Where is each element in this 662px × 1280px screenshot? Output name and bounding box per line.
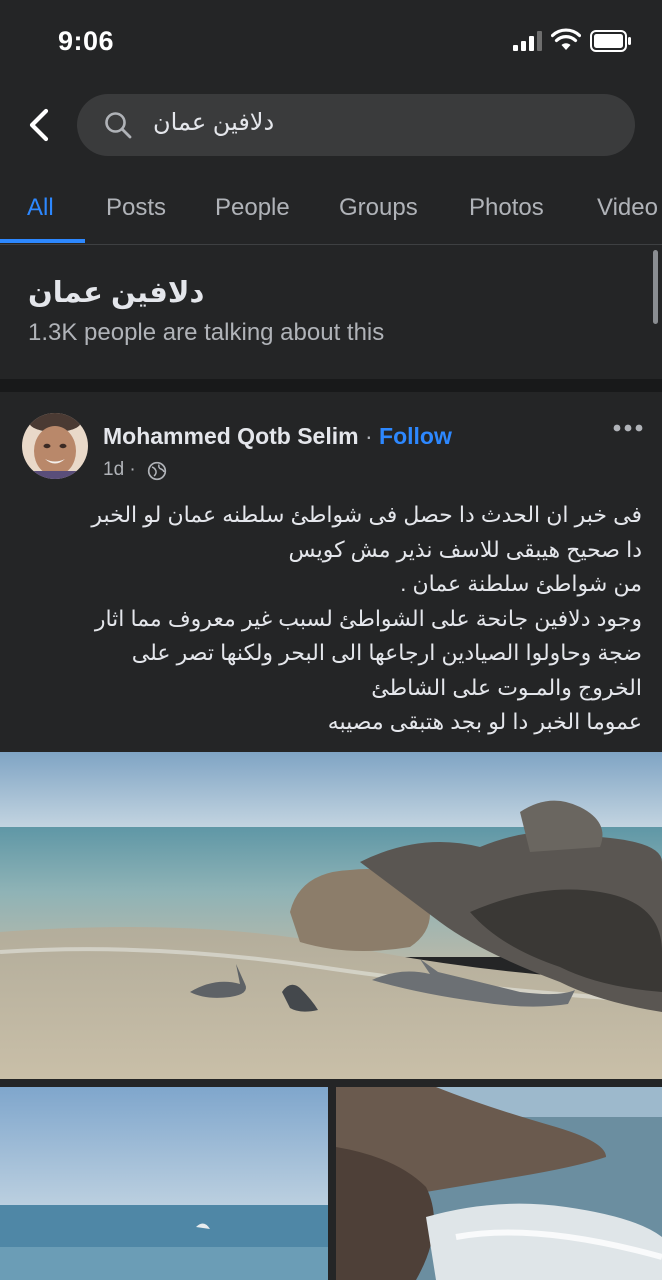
wifi-icon — [551, 28, 581, 50]
post-author-line: Mohammed Qotb Selim · Follow — [103, 423, 452, 450]
post-time[interactable]: 1d — [103, 459, 124, 480]
post-photo-main[interactable] — [0, 752, 662, 1079]
search-input[interactable]: دلافين عمان — [77, 94, 635, 156]
meta-separator: · — [129, 459, 136, 480]
post-text-line: فى خبر ان الحدث دا حصل فى شواطئ سلطنه عم… — [91, 502, 642, 527]
avatar[interactable] — [22, 413, 88, 479]
section-divider — [0, 379, 662, 392]
battery-icon — [590, 30, 631, 52]
cellular-signal-icon — [513, 31, 542, 51]
tab-groups[interactable]: Groups — [339, 194, 418, 222]
post-text-line: عموما الخبر دا لو بجد هتبقى مصيبه — [327, 709, 642, 734]
search-query-text: دلافين عمان — [153, 109, 275, 136]
post-text: فى خبر ان الحدث دا حصل فى شواطئ سلطنه عم… — [20, 498, 642, 740]
tab-photos[interactable]: Photos — [469, 194, 544, 222]
post-text-line: من شواطئ سلطنة عمان . — [400, 571, 642, 596]
filter-tabs: All Posts People Groups Photos Video — [0, 182, 662, 245]
post-meta: 1d · — [103, 459, 136, 481]
post-author-name[interactable]: Mohammed Qotb Selim — [103, 423, 359, 449]
more-options-icon[interactable] — [612, 422, 644, 434]
post-photo-thumbnail[interactable] — [0, 1087, 328, 1280]
status-time: 9:06 — [58, 26, 115, 56]
tab-video[interactable]: Video — [597, 194, 658, 222]
tab-posts[interactable]: Posts — [106, 194, 166, 222]
follow-button[interactable]: Follow — [379, 423, 452, 449]
scrollbar[interactable] — [653, 250, 658, 324]
back-arrow-icon[interactable] — [24, 108, 54, 142]
post-card: Mohammed Qotb Selim · Follow 1d · فى خبر… — [0, 392, 662, 1280]
topic-subtitle: 1.3K people are talking about this — [28, 319, 385, 346]
post-text-line: دا صحيح هيبقى للاسف نذير مش كويس — [288, 536, 642, 562]
post-text-line: ضجة وحاولوا الصيادين ارجاعها الى البحر و… — [131, 640, 642, 665]
search-header: دلافين عمان — [0, 86, 662, 164]
active-tab-indicator — [0, 239, 85, 243]
post-text-line: الخروج والمـوت على الشاطئ — [371, 674, 642, 700]
search-icon — [105, 112, 132, 139]
globe-icon — [147, 461, 167, 481]
tab-all[interactable]: All — [27, 194, 54, 222]
topic-title: دلافين عمان — [28, 277, 205, 309]
post-photo-thumbnail[interactable] — [336, 1087, 662, 1280]
status-bar: 9:06 — [0, 0, 662, 86]
post-text-line: وجود دلافين جانحة على الشواطئ لسبب غير م… — [94, 605, 642, 631]
separator-dot: · — [364, 423, 373, 449]
tab-people[interactable]: People — [215, 194, 290, 222]
topic-card[interactable]: دلافين عمان 1.3K people are talking abou… — [0, 245, 662, 379]
